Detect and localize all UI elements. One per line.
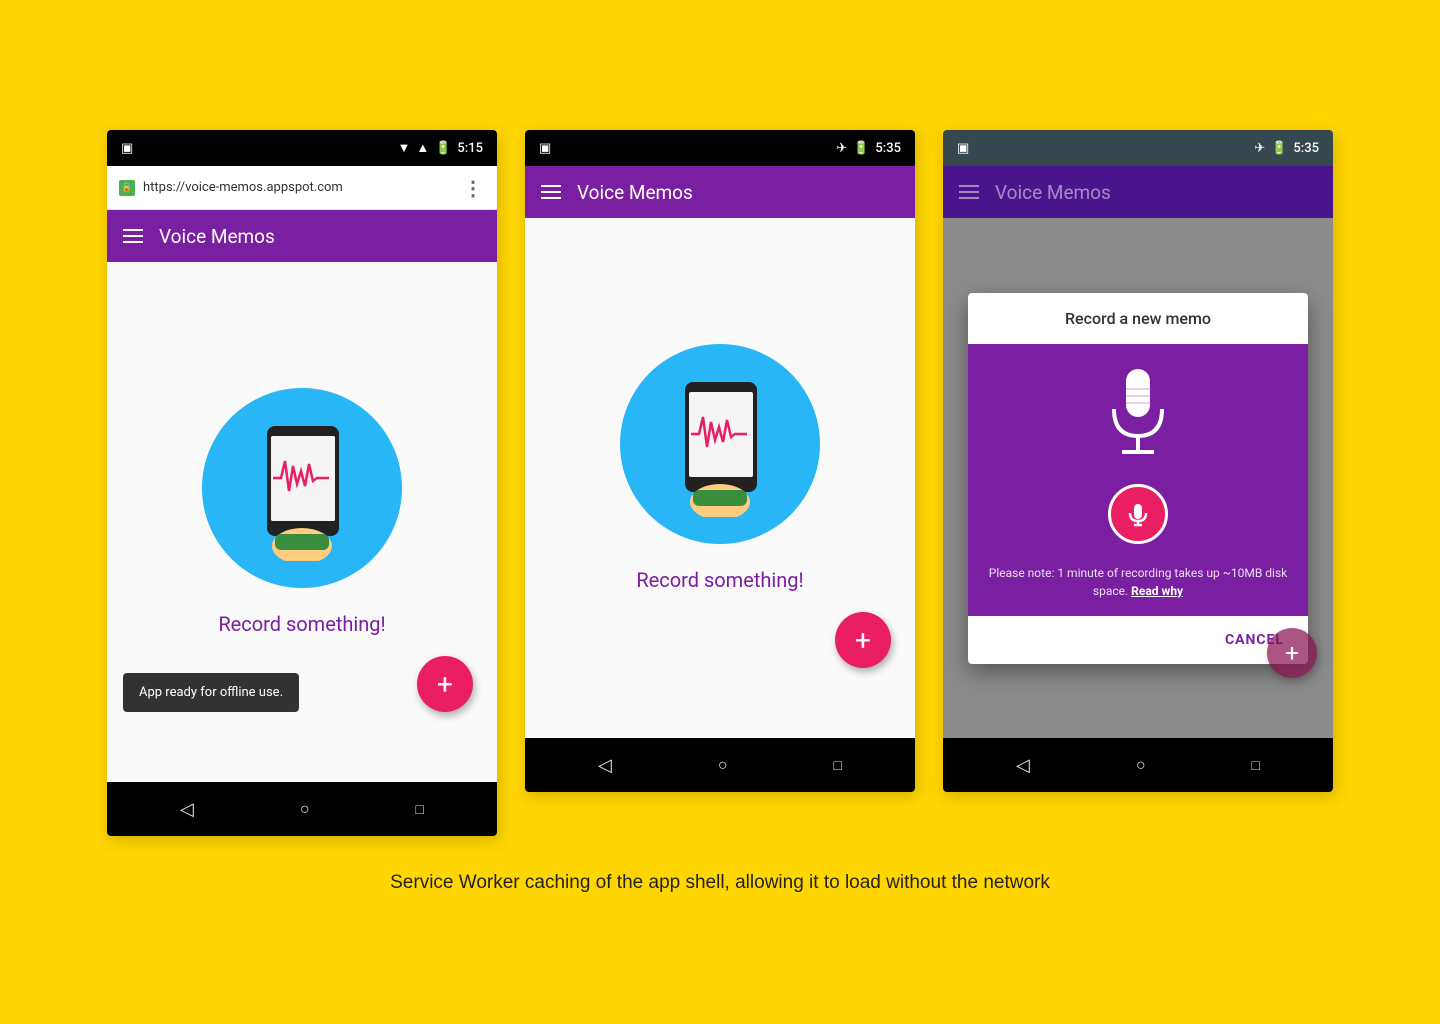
time-3: 5:35 xyxy=(1293,141,1319,156)
phone-3: ▣ ✈ 🔋 5:35 Voice Memos Record a new memo xyxy=(943,130,1333,792)
nav-bar-3: ◁ ○ □ xyxy=(943,738,1333,792)
status-bar-1: ▣ ▼ ▲ 🔋 5:15 xyxy=(107,130,497,166)
hamburger-menu-2[interactable] xyxy=(541,185,561,199)
hamburger-menu-3[interactable] xyxy=(959,185,979,199)
back-button-1[interactable]: ◁ xyxy=(180,799,194,820)
phone-2: ▣ ✈ 🔋 5:35 Voice Memos xyxy=(525,130,915,792)
time-1: 5:15 xyxy=(457,141,483,156)
record-text-1: Record something! xyxy=(218,612,385,636)
status-bar-3: ▣ ✈ 🔋 5:35 xyxy=(943,130,1333,166)
phone-hand-svg-2 xyxy=(655,372,785,517)
dialog-note: Please note: 1 minute of recording takes… xyxy=(984,564,1292,600)
app-title-3: Voice Memos xyxy=(995,181,1111,204)
battery-icon-2: 🔋 xyxy=(853,141,869,156)
read-why-link[interactable]: Read why xyxy=(1131,584,1183,598)
sim-icon: ▣ xyxy=(121,141,133,156)
phone-body-3: Record a new memo xyxy=(943,218,1333,738)
phone-hand-svg-1 xyxy=(237,416,367,561)
fab-3[interactable]: + xyxy=(1267,628,1317,678)
home-button-3[interactable]: ○ xyxy=(1136,755,1146,775)
caption: Service Worker caching of the app shell,… xyxy=(390,872,1050,894)
phone-body-2: Record something! + xyxy=(525,218,915,738)
airplane-icon-3: ✈ xyxy=(1254,141,1265,156)
app-bar-2: Voice Memos xyxy=(525,166,915,218)
signal-icon: ▲ xyxy=(416,140,429,156)
illustration-circle-2 xyxy=(620,344,820,544)
status-right-1: ▼ ▲ 🔋 5:15 xyxy=(397,140,483,156)
illustration-circle-1 xyxy=(202,388,402,588)
app-title-2: Voice Memos xyxy=(577,181,693,204)
airplane-icon-2: ✈ xyxy=(836,141,847,156)
nav-bar-1: ◁ ○ □ xyxy=(107,782,497,836)
back-button-2[interactable]: ◁ xyxy=(598,755,612,776)
app-title-1: Voice Memos xyxy=(159,225,275,248)
back-button-3[interactable]: ◁ xyxy=(1016,755,1030,776)
record-dialog: Record a new memo xyxy=(968,293,1308,664)
mic-illustration xyxy=(1098,364,1178,464)
home-button-1[interactable]: ○ xyxy=(300,799,310,819)
url-menu-icon[interactable]: ⋮ xyxy=(463,176,485,200)
url-bar[interactable]: 🔒 https://voice-memos.appspot.com ⋮ xyxy=(107,166,497,210)
status-left-1: ▣ xyxy=(121,141,133,156)
lock-icon: 🔒 xyxy=(119,180,135,196)
dialog-content: Please note: 1 minute of recording takes… xyxy=(968,344,1308,616)
status-bar-2: ▣ ✈ 🔋 5:35 xyxy=(525,130,915,166)
recents-button-1[interactable]: □ xyxy=(416,801,424,818)
wifi-icon: ▼ xyxy=(397,140,410,156)
sim-icon-3: ▣ xyxy=(957,141,969,156)
battery-icon-3: 🔋 xyxy=(1271,141,1287,156)
sim-icon-2: ▣ xyxy=(539,141,551,156)
dialog-actions: CANCEL xyxy=(968,616,1308,664)
url-text: https://voice-memos.appspot.com xyxy=(143,180,455,195)
time-2: 5:35 xyxy=(875,141,901,156)
record-text-2: Record something! xyxy=(636,568,803,592)
recents-button-2[interactable]: □ xyxy=(834,757,842,774)
status-right-3: ✈ 🔋 5:35 xyxy=(1254,141,1319,156)
snackbar: App ready for offline use. xyxy=(123,673,299,712)
recents-button-3[interactable]: □ xyxy=(1252,757,1260,774)
app-bar-1: Voice Memos xyxy=(107,210,497,262)
app-bar-3: Voice Memos xyxy=(943,166,1333,218)
hamburger-menu-1[interactable] xyxy=(123,229,143,243)
mic-svg xyxy=(1098,364,1178,464)
fab-1[interactable]: + xyxy=(417,656,473,712)
mic-button-icon xyxy=(1125,501,1151,527)
battery-icon: 🔋 xyxy=(435,141,451,156)
status-left-3: ▣ xyxy=(957,141,969,156)
dialog-title: Record a new memo xyxy=(968,293,1308,344)
phone-body-1: Record something! App ready for offline … xyxy=(107,262,497,782)
phone-1: ▣ ▼ ▲ 🔋 5:15 🔒 https://voice-memos.appsp… xyxy=(107,130,497,836)
fab-2[interactable]: + xyxy=(835,612,891,668)
nav-bar-2: ◁ ○ □ xyxy=(525,738,915,792)
home-button-2[interactable]: ○ xyxy=(718,755,728,775)
status-right-2: ✈ 🔋 5:35 xyxy=(836,141,901,156)
status-left-2: ▣ xyxy=(539,141,551,156)
phones-container: ▣ ▼ ▲ 🔋 5:15 🔒 https://voice-memos.appsp… xyxy=(107,130,1333,836)
record-button[interactable] xyxy=(1108,484,1168,544)
